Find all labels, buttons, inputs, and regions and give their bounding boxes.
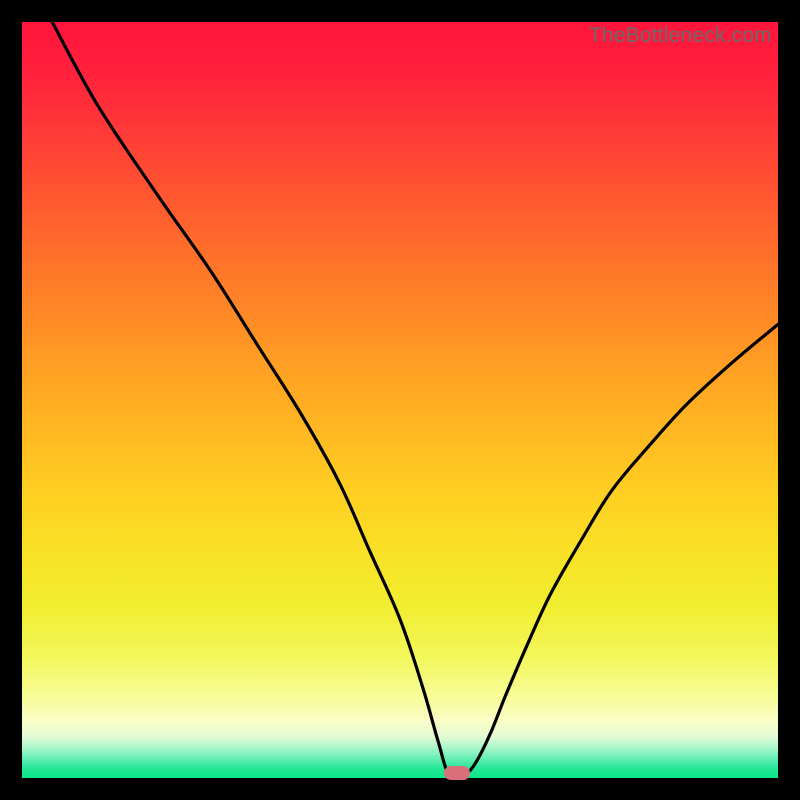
- bottleneck-curve: [22, 22, 778, 778]
- watermark-text: TheBottleneck.com: [589, 24, 772, 48]
- minimum-marker: [444, 766, 470, 780]
- plot-area: TheBottleneck.com: [22, 22, 778, 778]
- chart-frame: TheBottleneck.com: [0, 0, 800, 800]
